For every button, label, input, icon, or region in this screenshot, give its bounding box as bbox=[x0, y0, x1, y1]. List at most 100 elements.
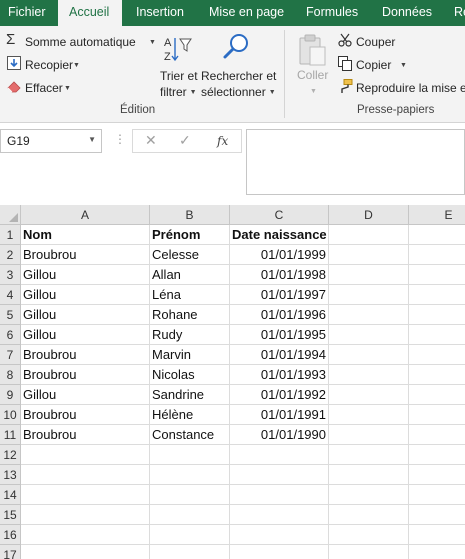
cell-d9[interactable] bbox=[329, 385, 409, 405]
cell-d14[interactable] bbox=[329, 485, 409, 505]
cell-a17[interactable] bbox=[21, 545, 150, 559]
cell-a7[interactable]: Broubrou bbox=[21, 345, 150, 365]
cell-b13[interactable] bbox=[150, 465, 230, 485]
column-header-a[interactable]: A bbox=[21, 205, 150, 225]
cell-d6[interactable] bbox=[329, 325, 409, 345]
cell-d13[interactable] bbox=[329, 465, 409, 485]
cell-e1[interactable] bbox=[409, 225, 465, 245]
cell-c10[interactable]: 01/01/1991 bbox=[230, 405, 329, 425]
cell-c7[interactable]: 01/01/1994 bbox=[230, 345, 329, 365]
cell-c4[interactable]: 01/01/1997 bbox=[230, 285, 329, 305]
row-header[interactable]: 7 bbox=[0, 345, 21, 365]
cell-b5[interactable]: Rohane bbox=[150, 305, 230, 325]
cell-a8[interactable]: Broubrou bbox=[21, 365, 150, 385]
cell-e7[interactable] bbox=[409, 345, 465, 365]
tab-donnees[interactable]: Données bbox=[382, 0, 432, 26]
cell-c16[interactable] bbox=[230, 525, 329, 545]
cell-b4[interactable]: Léna bbox=[150, 285, 230, 305]
cell-d17[interactable] bbox=[329, 545, 409, 559]
cell-e16[interactable] bbox=[409, 525, 465, 545]
cell-d8[interactable] bbox=[329, 365, 409, 385]
cell-e2[interactable] bbox=[409, 245, 465, 265]
cell-a10[interactable]: Broubrou bbox=[21, 405, 150, 425]
row-header[interactable]: 6 bbox=[0, 325, 21, 345]
row-header[interactable]: 16 bbox=[0, 525, 21, 545]
cell-e3[interactable] bbox=[409, 265, 465, 285]
cell-c15[interactable] bbox=[230, 505, 329, 525]
cell-b14[interactable] bbox=[150, 485, 230, 505]
cell-a12[interactable] bbox=[21, 445, 150, 465]
cell-c1[interactable]: Date naissance bbox=[230, 225, 329, 245]
cell-d3[interactable] bbox=[329, 265, 409, 285]
cell-c8[interactable]: 01/01/1993 bbox=[230, 365, 329, 385]
insert-function-button[interactable]: fx bbox=[217, 134, 228, 148]
cancel-icon[interactable]: ✕ bbox=[145, 132, 157, 149]
cell-a5[interactable]: Gillou bbox=[21, 305, 150, 325]
cell-b3[interactable]: Allan bbox=[150, 265, 230, 285]
tab-fichier[interactable]: Fichier bbox=[8, 0, 46, 26]
row-header[interactable]: 4 bbox=[0, 285, 21, 305]
cell-a11[interactable]: Broubrou bbox=[21, 425, 150, 445]
cell-a16[interactable] bbox=[21, 525, 150, 545]
cell-c9[interactable]: 01/01/1992 bbox=[230, 385, 329, 405]
row-header[interactable]: 8 bbox=[0, 365, 21, 385]
cell-b15[interactable] bbox=[150, 505, 230, 525]
row-header[interactable]: 17 bbox=[0, 545, 21, 559]
cell-e12[interactable] bbox=[409, 445, 465, 465]
column-header-b[interactable]: B bbox=[150, 205, 230, 225]
cell-e17[interactable] bbox=[409, 545, 465, 559]
tab-mise-en-page[interactable]: Mise en page bbox=[209, 0, 284, 26]
column-header-d[interactable]: D bbox=[329, 205, 409, 225]
cell-a2[interactable]: Broubrou bbox=[21, 245, 150, 265]
cell-d11[interactable] bbox=[329, 425, 409, 445]
cell-d7[interactable] bbox=[329, 345, 409, 365]
cell-e8[interactable] bbox=[409, 365, 465, 385]
cell-e6[interactable] bbox=[409, 325, 465, 345]
cell-a1[interactable]: Nom bbox=[21, 225, 150, 245]
row-header[interactable]: 1 bbox=[0, 225, 21, 245]
row-header[interactable]: 11 bbox=[0, 425, 21, 445]
cell-b12[interactable] bbox=[150, 445, 230, 465]
row-header[interactable]: 12 bbox=[0, 445, 21, 465]
column-header-c[interactable]: C bbox=[230, 205, 329, 225]
cell-e13[interactable] bbox=[409, 465, 465, 485]
cell-e14[interactable] bbox=[409, 485, 465, 505]
cell-b10[interactable]: Hélène bbox=[150, 405, 230, 425]
cell-c11[interactable]: 01/01/1990 bbox=[230, 425, 329, 445]
cell-d4[interactable] bbox=[329, 285, 409, 305]
cell-c6[interactable]: 01/01/1995 bbox=[230, 325, 329, 345]
row-header[interactable]: 13 bbox=[0, 465, 21, 485]
cell-a13[interactable] bbox=[21, 465, 150, 485]
row-header[interactable]: 15 bbox=[0, 505, 21, 525]
chevron-down-icon[interactable]: ▼ bbox=[88, 135, 96, 144]
cell-d2[interactable] bbox=[329, 245, 409, 265]
cell-c3[interactable]: 01/01/1998 bbox=[230, 265, 329, 285]
cell-c14[interactable] bbox=[230, 485, 329, 505]
formula-bar-grip-icon[interactable]: ⋮ bbox=[114, 132, 126, 146]
cell-e15[interactable] bbox=[409, 505, 465, 525]
cell-e10[interactable] bbox=[409, 405, 465, 425]
confirm-icon[interactable]: ✓ bbox=[179, 132, 191, 149]
cell-e5[interactable] bbox=[409, 305, 465, 325]
select-all-button[interactable] bbox=[0, 205, 21, 225]
row-header[interactable]: 10 bbox=[0, 405, 21, 425]
cell-a6[interactable]: Gillou bbox=[21, 325, 150, 345]
row-header[interactable]: 9 bbox=[0, 385, 21, 405]
cell-e11[interactable] bbox=[409, 425, 465, 445]
cell-b9[interactable]: Sandrine bbox=[150, 385, 230, 405]
tab-accueil[interactable]: Accueil bbox=[58, 0, 122, 26]
cell-a4[interactable]: Gillou bbox=[21, 285, 150, 305]
row-header[interactable]: 3 bbox=[0, 265, 21, 285]
cell-e4[interactable] bbox=[409, 285, 465, 305]
cell-c5[interactable]: 01/01/1996 bbox=[230, 305, 329, 325]
row-header[interactable]: 14 bbox=[0, 485, 21, 505]
cell-b17[interactable] bbox=[150, 545, 230, 559]
cell-b1[interactable]: Prénom bbox=[150, 225, 230, 245]
cell-a15[interactable] bbox=[21, 505, 150, 525]
cell-a14[interactable] bbox=[21, 485, 150, 505]
cell-d1[interactable] bbox=[329, 225, 409, 245]
row-header[interactable]: 5 bbox=[0, 305, 21, 325]
cell-d15[interactable] bbox=[329, 505, 409, 525]
cell-d16[interactable] bbox=[329, 525, 409, 545]
cell-d12[interactable] bbox=[329, 445, 409, 465]
